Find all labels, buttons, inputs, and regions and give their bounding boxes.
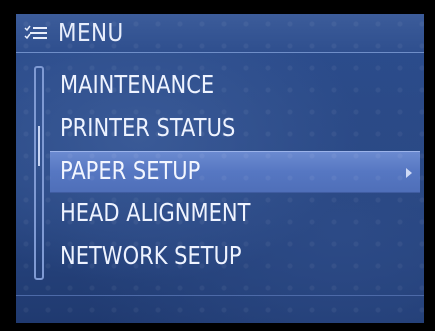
menu-item-paper-setup[interactable]: PAPER SETUP [50,151,420,193]
title-bar: MENU [16,14,424,53]
menu-item-printer-status[interactable]: PRINTER STATUS [50,109,420,151]
menu-item-maintenance[interactable]: MAINTENANCE [50,66,420,108]
menu-list-icon [24,25,47,40]
scrollbar-thumb[interactable] [38,126,40,166]
menu-item-network-setup[interactable]: NETWORK SETUP [50,237,420,279]
submenu-arrow-icon [406,168,412,178]
menu-item-head-alignment[interactable]: HEAD ALIGNMENT [50,194,420,236]
menu-item-label: PRINTER STATUS [60,113,236,142]
menu-item-label: MAINTENANCE [60,70,215,99]
menu-title: MENU [58,18,124,47]
menu-item-label: HEAD ALIGNMENT [60,198,251,227]
lcd-screen: MENU MAINTENANCE PRINTER STATUS PAPER SE… [16,14,424,323]
menu-item-label: PAPER SETUP [60,156,201,185]
scrollbar[interactable] [34,66,44,280]
bottom-divider [16,295,424,296]
menu-item-label: NETWORK SETUP [60,241,242,270]
device-bezel: MENU MAINTENANCE PRINTER STATUS PAPER SE… [0,0,435,331]
